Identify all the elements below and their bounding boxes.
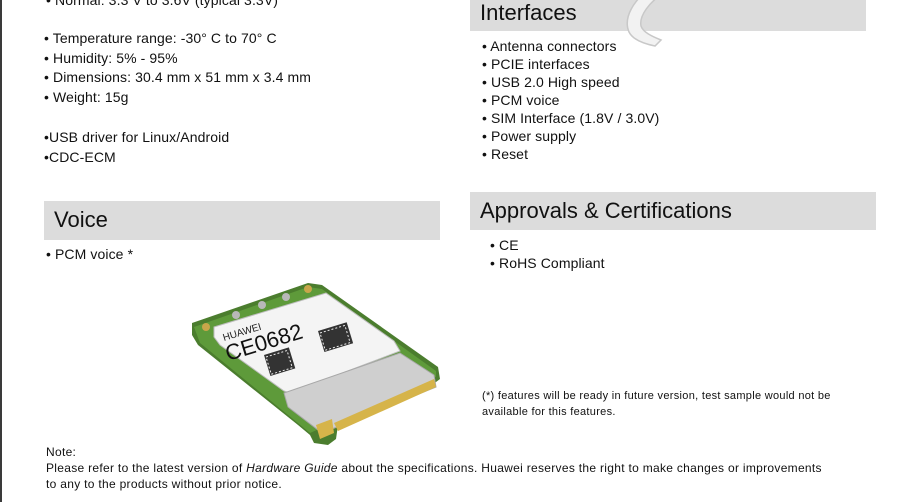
note-line-2: to any to the products without prior not… — [46, 477, 282, 491]
interface-item: • Power supply — [482, 128, 577, 144]
interface-item: • PCIE interfaces — [482, 56, 590, 72]
note-line-1: Please refer to the latest version of Ha… — [46, 460, 822, 476]
voice-item: • PCM voice * — [46, 246, 134, 262]
approvals-section-header: Approvals & Certifications — [470, 192, 876, 230]
huawei-module-card-image: HUAWEI CE0682 — [192, 283, 440, 445]
interface-item: • USB 2.0 High speed — [482, 74, 620, 90]
note-text: Please refer to the latest version of — [46, 461, 247, 475]
usb-driver-item: •USB driver for Linux/Android — [44, 129, 230, 145]
note-label: Note: — [46, 445, 77, 459]
interface-item: • PCM voice — [482, 92, 560, 108]
interface-item: • Antenna connectors — [482, 38, 617, 54]
approval-item-ce: • CE — [490, 237, 519, 253]
dimensions-spec: • Dimensions: 30.4 mm x 51 mm x 3.4 mm — [44, 69, 311, 85]
voltage-spec-line: • Normal: 3.3 V to 3.6V (typical 3.3V) — [46, 0, 279, 8]
interface-item: • SIM Interface (1.8V / 3.0V) — [482, 110, 660, 126]
weight-spec: • Weight: 15g — [44, 89, 129, 105]
footnote-line-1: (*) features will be ready in future ver… — [482, 390, 831, 402]
approval-item-rohs: • RoHS Compliant — [490, 255, 605, 271]
approvals-title: Approvals & Certifications — [480, 198, 732, 223]
decorative-swoosh-icon — [626, 0, 663, 47]
voice-title: Voice — [54, 207, 108, 232]
hardware-guide-reference: Hardware Guide — [246, 461, 338, 475]
cdc-ecm-item: •CDC-ECM — [44, 149, 116, 165]
interfaces-title: Interfaces — [480, 0, 577, 25]
humidity-spec: • Humidity: 5% - 95% — [44, 50, 178, 66]
page-border — [0, 0, 2, 502]
footnote-line-2: available for this features. — [482, 406, 616, 418]
note-text: about the specifications. Huawei reserve… — [337, 461, 822, 475]
voice-section-header: Voice — [44, 201, 440, 240]
interface-item: • Reset — [482, 146, 529, 162]
temperature-spec: • Temperature range: -30° C to 70° C — [44, 30, 277, 46]
